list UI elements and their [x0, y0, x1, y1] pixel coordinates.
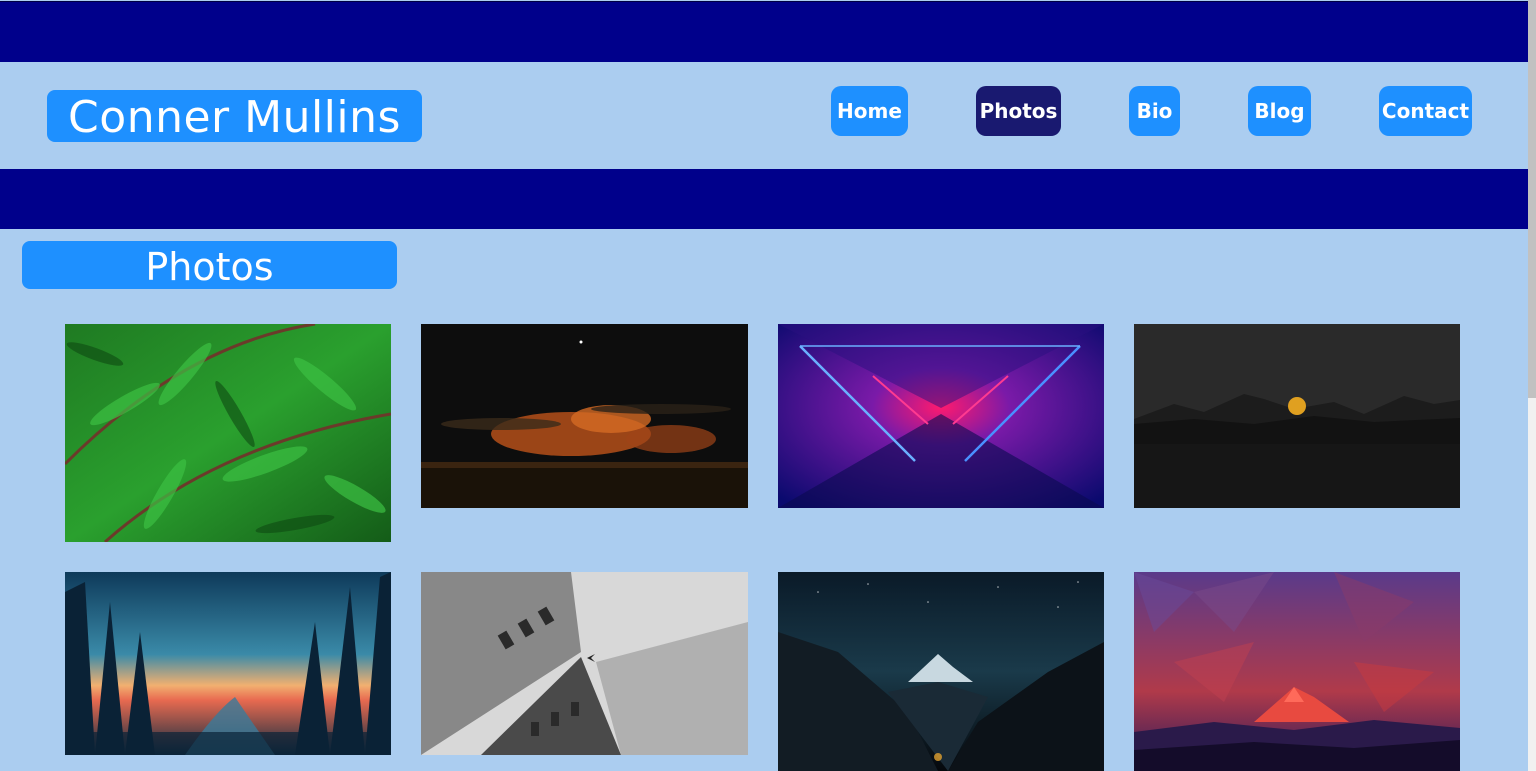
photo-fern[interactable] [65, 324, 391, 542]
photo-clouds-night[interactable] [421, 324, 748, 508]
photo-mountain-stars[interactable] [778, 572, 1104, 771]
neon-tunnel-image [778, 324, 1104, 508]
site-header: Conner Mullins Home Photos Bio Blog Cont… [0, 61, 1528, 169]
top-stripe [0, 1, 1528, 62]
vertical-scrollbar[interactable] [1528, 0, 1536, 771]
photo-forest-sunset[interactable] [65, 572, 391, 755]
dark-moon-image [1134, 324, 1460, 508]
nav-bio-button[interactable]: Bio [1129, 86, 1180, 136]
scrollbar-thumb[interactable] [1528, 0, 1536, 398]
middle-stripe [0, 169, 1528, 229]
photo-skyscrapers[interactable] [421, 572, 748, 755]
nav-home-button[interactable]: Home [831, 86, 908, 136]
nav-contact-button[interactable]: Contact [1379, 86, 1472, 136]
fern-image [65, 324, 391, 542]
mountain-stars-image [778, 572, 1104, 771]
skyscrapers-image [421, 572, 748, 755]
nav-photos-button[interactable]: Photos [976, 86, 1061, 136]
lowpoly-mountain-image [1134, 572, 1460, 771]
photo-lowpoly-mountain[interactable] [1134, 572, 1460, 771]
photo-dark-moon[interactable] [1134, 324, 1460, 508]
site-title: Conner Mullins [47, 90, 422, 143]
nav-blog-button[interactable]: Blog [1248, 86, 1311, 136]
forest-sunset-image [65, 572, 391, 755]
photo-neon-tunnel[interactable] [778, 324, 1104, 508]
clouds-image [421, 324, 748, 508]
photos-heading: Photos [22, 241, 397, 289]
